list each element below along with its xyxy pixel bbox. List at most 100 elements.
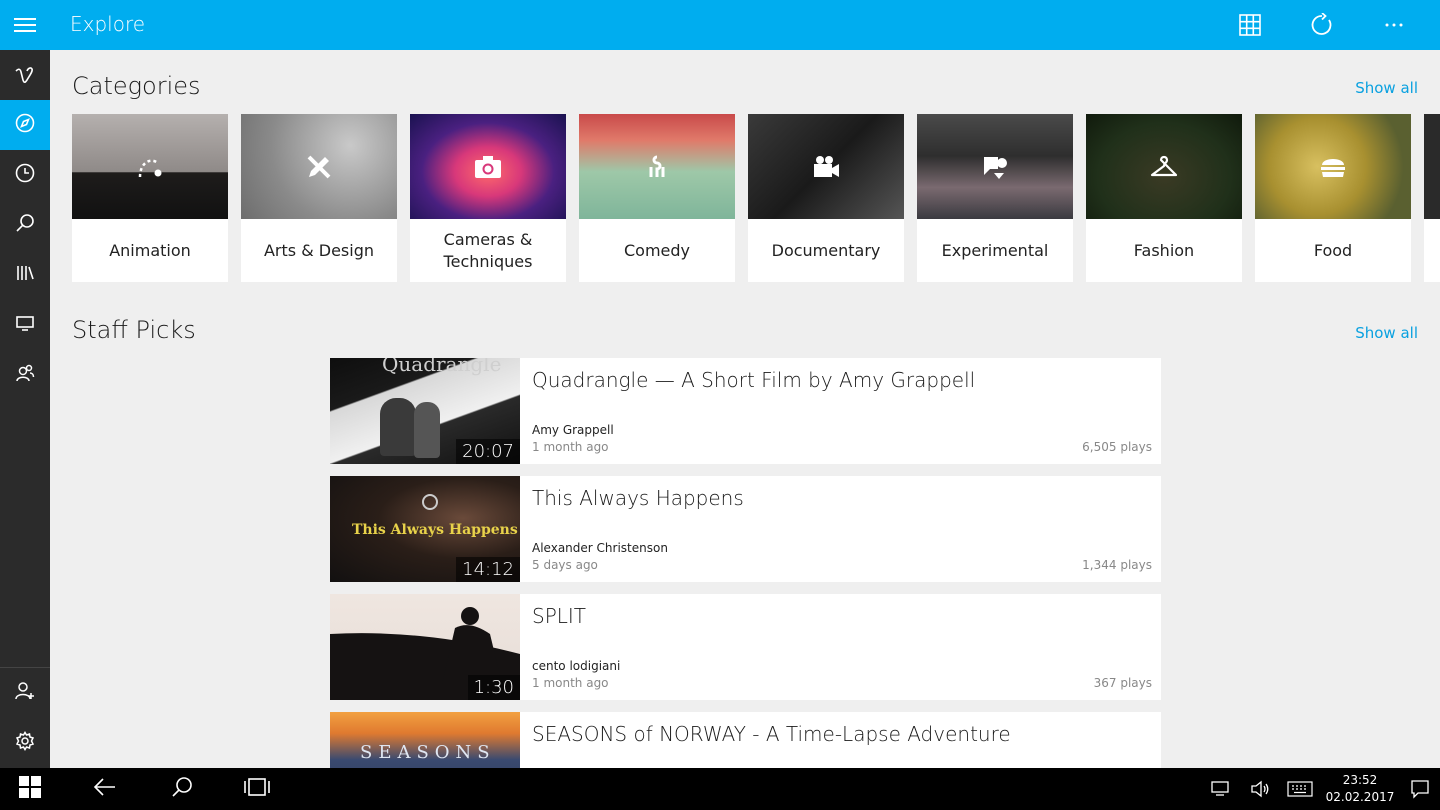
category-image: [410, 114, 566, 219]
category-image: [241, 114, 397, 219]
video-camera-icon: [814, 155, 839, 177]
staff-picks-heading: Staff Picks: [72, 316, 196, 344]
back-arrow-icon: [93, 777, 117, 801]
category-image: [748, 114, 904, 219]
sidebar: [0, 50, 50, 768]
video-duration: 14:12: [456, 557, 520, 582]
category-label: Arts & Design: [263, 240, 375, 260]
video-author[interactable]: Amy Grappell: [532, 423, 614, 437]
main-content: Categories Show all Animation Arts & Des…: [51, 50, 1440, 768]
category-tile-experimental[interactable]: Experimental: [917, 114, 1073, 282]
category-tile-comedy[interactable]: Comedy: [579, 114, 735, 282]
video-thumbnail: Quadrangle 20:07: [330, 358, 520, 464]
vimeo-logo-icon[interactable]: [0, 50, 50, 100]
nav-explore[interactable]: [0, 100, 50, 150]
category-image: [72, 114, 228, 219]
search-icon: [171, 776, 193, 802]
video-age: 1 month ago: [532, 440, 609, 454]
start-button[interactable]: [0, 768, 60, 810]
add-user-icon: [15, 681, 35, 705]
video-plays: 1,344 plays: [1082, 558, 1152, 572]
camera-icon: [475, 155, 501, 178]
video-author[interactable]: cento lodigiani: [532, 659, 620, 673]
monitor-icon: [15, 314, 35, 336]
video-age: 1 month ago: [532, 676, 609, 690]
nav-account[interactable]: [0, 668, 50, 718]
category-label: Experimental: [941, 240, 1049, 260]
hanger-icon: [1150, 155, 1178, 176]
category-tile-animation[interactable]: Animation: [72, 114, 228, 282]
grid-view-icon[interactable]: [1214, 0, 1286, 50]
nav-tv[interactable]: [0, 300, 50, 350]
video-duration: 20:07: [456, 439, 520, 464]
video-item[interactable]: This Always Happens 14:12 This Always Ha…: [330, 476, 1161, 582]
category-image: [579, 114, 735, 219]
category-tile-arts-design[interactable]: Arts & Design: [241, 114, 397, 282]
video-age: 5 days ago: [532, 558, 598, 572]
clock-time: 23:52: [1342, 773, 1378, 787]
video-title: Quadrangle — A Short Film by Amy Grappel…: [532, 368, 976, 392]
video-thumbnail: This Always Happens 14:12: [330, 476, 520, 582]
category-tile-food[interactable]: Food: [1255, 114, 1411, 282]
category-label: Food: [1313, 240, 1353, 260]
category-label: Animation: [109, 240, 191, 260]
clock-icon: [15, 163, 35, 187]
refresh-icon[interactable]: [1286, 0, 1358, 50]
network-icon[interactable]: [1200, 768, 1240, 810]
system-clock[interactable]: 23:52 02.02.2017: [1320, 772, 1400, 806]
keyboard-icon[interactable]: [1280, 768, 1320, 810]
task-view-button[interactable]: [227, 768, 287, 810]
clock-date: 02.02.2017: [1325, 790, 1395, 804]
taskbar: 23:52 02.02.2017: [0, 768, 1440, 810]
system-tray: 23:52 02.02.2017: [1200, 768, 1440, 810]
video-thumbnail: SEASONS: [330, 712, 520, 768]
category-label: Cameras & Techniques: [443, 229, 533, 271]
category-list: Animation Arts & Design Cameras & Techni…: [72, 114, 1440, 282]
thumbnail-figure: [414, 402, 440, 458]
volume-icon[interactable]: [1240, 768, 1280, 810]
nav-library[interactable]: [0, 250, 50, 300]
comedy-icon: [649, 155, 665, 177]
categories-show-all-link[interactable]: Show all: [1355, 79, 1418, 97]
people-icon: [15, 363, 35, 387]
category-image: [917, 114, 1073, 219]
staff-picks-show-all-link[interactable]: Show all: [1355, 324, 1418, 342]
experimental-icon: [984, 156, 1007, 179]
video-title: SEASONS of NORWAY - A Time-Lapse Adventu…: [532, 722, 1011, 746]
nav-following[interactable]: [0, 350, 50, 400]
video-item[interactable]: 1:30 SPLIT cento lodigiani 1 month ago 3…: [330, 594, 1161, 700]
video-plays: 6,505 plays: [1082, 440, 1152, 454]
more-options-icon[interactable]: [1358, 0, 1430, 50]
video-item[interactable]: Quadrangle 20:07 Quadrangle — A Short Fi…: [330, 358, 1161, 464]
thumbnail-text: SEASONS: [360, 742, 496, 763]
category-tile-documentary[interactable]: Documentary: [748, 114, 904, 282]
pencil-ruler-icon: [307, 155, 331, 178]
nav-settings[interactable]: [0, 718, 50, 768]
video-plays: 367 plays: [1093, 676, 1152, 690]
hamburger-menu-icon[interactable]: [0, 0, 50, 50]
search-button[interactable]: [152, 768, 212, 810]
search-icon: [15, 213, 35, 237]
page-title: Explore: [70, 12, 146, 36]
animation-icon: [138, 158, 162, 177]
category-tile-fashion[interactable]: Fashion: [1086, 114, 1242, 282]
video-item[interactable]: SEASONS SEASONS of NORWAY - A Time-Lapse…: [330, 712, 1161, 768]
nav-search[interactable]: [0, 200, 50, 250]
library-icon: [15, 264, 35, 286]
compass-icon: [15, 113, 35, 137]
thumbnail-figure: [380, 398, 416, 456]
category-tile-partial[interactable]: [1424, 114, 1440, 282]
category-label: Comedy: [623, 240, 690, 260]
category-image: [1255, 114, 1411, 219]
video-thumbnail: 1:30: [330, 594, 520, 700]
nav-recent[interactable]: [0, 150, 50, 200]
back-button[interactable]: [75, 768, 135, 810]
category-tile-cameras-techniques[interactable]: Cameras & Techniques: [410, 114, 566, 282]
video-author[interactable]: Alexander Christenson: [532, 541, 668, 555]
thumbnail-logo: [422, 494, 438, 510]
title-bar: Explore: [0, 0, 1440, 50]
category-image: [1086, 114, 1242, 219]
burger-icon: [1321, 158, 1345, 177]
action-center-icon[interactable]: [1400, 768, 1440, 810]
video-title: This Always Happens: [532, 486, 744, 510]
